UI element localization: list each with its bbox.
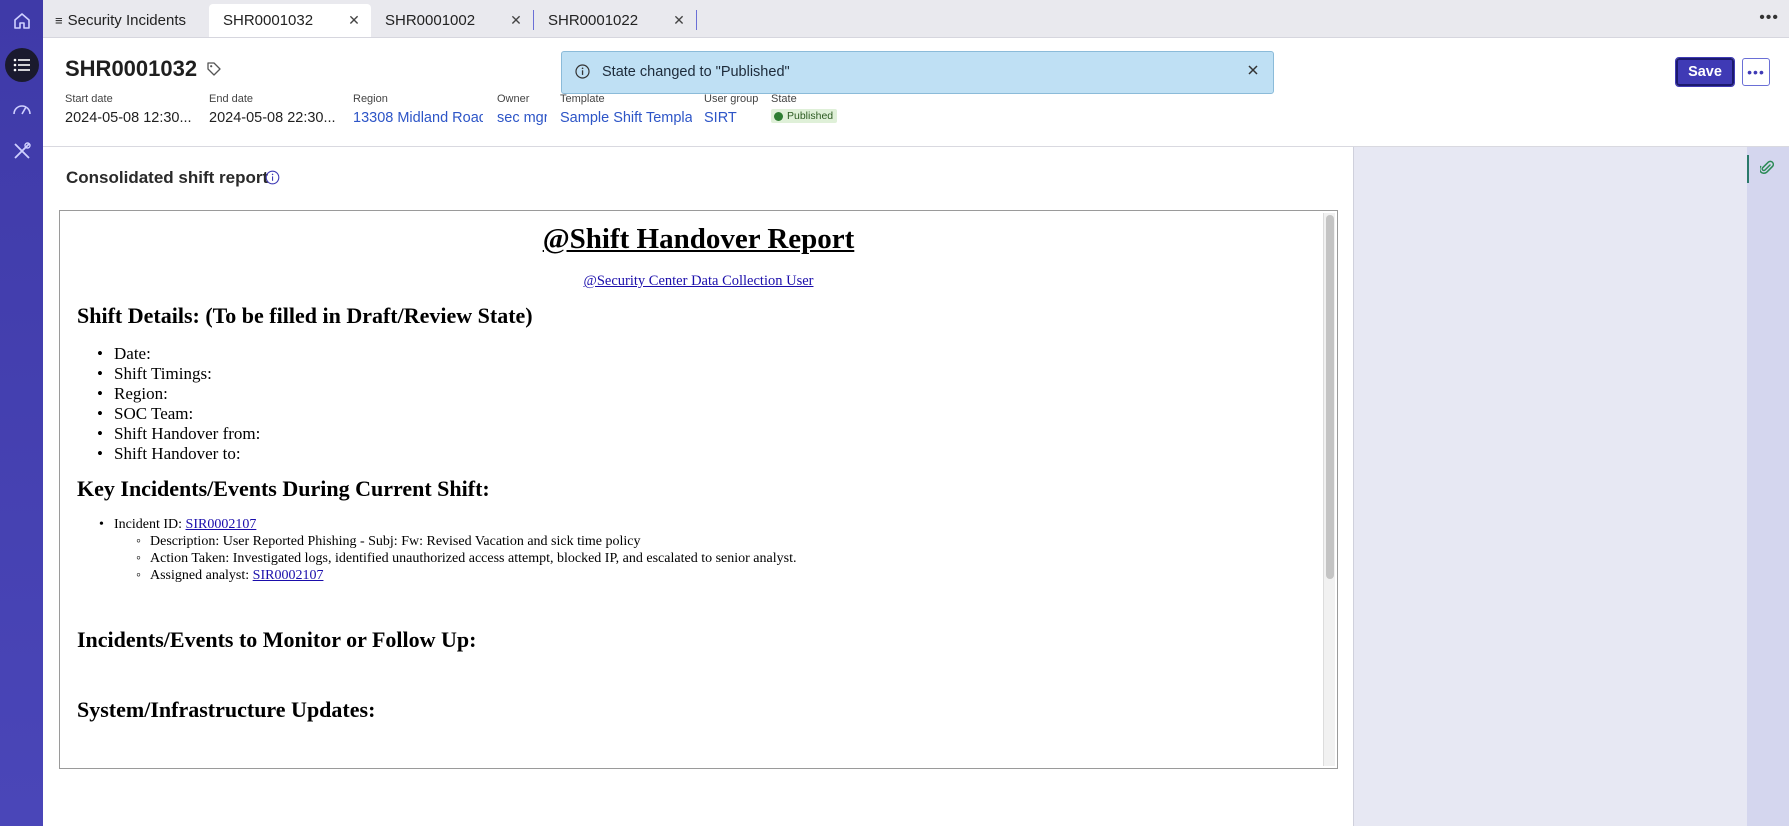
report-subtitle-link[interactable]: @Security Center Data Collection User	[60, 273, 1337, 290]
list-item: Assigned analyst: SIR0002107	[114, 567, 796, 584]
template-field: Template Sample Shift Template	[560, 93, 692, 126]
save-button[interactable]: Save	[1675, 57, 1735, 87]
heading-monitor: Incidents/Events to Monitor or Follow Up…	[77, 627, 477, 652]
analyst-label: Assigned analyst:	[150, 568, 253, 583]
more-horizontal-icon: •••	[1747, 64, 1765, 80]
menu-icon: ≡	[55, 13, 63, 28]
template-link[interactable]: Sample Shift Template	[560, 110, 692, 126]
more-horizontal-icon[interactable]: •••	[1759, 9, 1779, 27]
status-text: Published	[787, 110, 834, 122]
heading-shift-details: Shift Details: (To be filled in Draft/Re…	[77, 303, 533, 328]
tab-label: SHR0001022	[548, 12, 639, 29]
close-tab-icon[interactable]: ✕	[509, 13, 523, 27]
field-value: 2024-05-08 22:30...	[209, 110, 336, 126]
active-indicator	[1747, 155, 1749, 183]
tab-shr0001022[interactable]: SHR0001022 ✕	[534, 4, 696, 37]
home-icon[interactable]	[6, 5, 37, 36]
user-group-link[interactable]: SIRT	[704, 110, 764, 126]
close-icon[interactable]	[1246, 63, 1260, 82]
status-dot-icon	[774, 111, 783, 121]
tab-label: SHR0001002	[385, 12, 476, 29]
field-label: User group	[704, 93, 759, 105]
list-item: Action Taken: Investigated logs, identif…	[114, 550, 796, 567]
field-label: End date	[209, 93, 254, 105]
report-viewer[interactable]: @Shift Handover Report @Security Center …	[59, 210, 1338, 769]
side-panel	[1353, 147, 1748, 826]
close-tab-icon[interactable]: ✕	[347, 13, 361, 27]
tab-divider	[696, 10, 697, 30]
heading-system-updates: System/Infrastructure Updates:	[77, 697, 376, 722]
field-label: Owner	[497, 93, 530, 105]
list-item: SOC Team:	[97, 404, 260, 424]
heading-key-incidents: Key Incidents/Events During Current Shif…	[77, 476, 490, 501]
analyst-link[interactable]: SIR0002107	[253, 568, 324, 583]
dashboard-gauge-icon[interactable]	[6, 93, 37, 124]
right-toolbar	[1747, 147, 1789, 826]
list-icon[interactable]	[5, 48, 39, 82]
field-label: State	[771, 93, 797, 105]
incidents-list: Incident ID: SIR0002107 Description: Use…	[99, 516, 796, 584]
incident-label: Incident ID:	[114, 517, 186, 532]
owner-field: Owner sec mgr	[497, 93, 547, 126]
list-item: Shift Handover to:	[97, 444, 260, 464]
list-item: Date:	[97, 344, 260, 364]
paperclip-icon[interactable]	[1758, 160, 1775, 181]
state-field: State Published	[771, 93, 851, 126]
owner-link[interactable]: sec mgr	[497, 110, 547, 126]
notification-toast: State changed to "Published"	[561, 51, 1274, 94]
record-title: SHR0001032	[65, 56, 198, 81]
field-label: Start date	[65, 93, 113, 105]
tab-label: Security Incidents	[67, 12, 186, 29]
list-item: Region:	[97, 384, 260, 404]
field-label: Template	[560, 93, 605, 105]
field-label: Region	[353, 93, 388, 105]
list-item: Shift Handover from:	[97, 424, 260, 444]
section-title: Consolidated shift report	[66, 168, 269, 187]
more-actions-button[interactable]: •••	[1742, 58, 1770, 86]
status-badge: Published	[771, 109, 838, 123]
start-date-field: Start date 2024-05-08 12:30...	[65, 93, 200, 126]
close-tab-icon[interactable]: ✕	[672, 13, 686, 27]
tab-shr0001032[interactable]: SHR0001032 ✕	[209, 4, 371, 37]
left-rail	[0, 0, 43, 826]
tab-bar: ≡ Security Incidents SHR0001032 ✕ SHR000…	[43, 0, 1789, 38]
end-date-field: End date 2024-05-08 22:30...	[209, 93, 344, 126]
tab-label: SHR0001032	[223, 12, 314, 29]
list-item: Shift Timings:	[97, 364, 260, 384]
tab-shr0001002[interactable]: SHR0001002 ✕	[371, 4, 533, 37]
field-value: 2024-05-08 12:30...	[65, 110, 192, 126]
details-list: Date: Shift Timings: Region: SOC Team: S…	[97, 344, 260, 464]
tag-icon[interactable]	[207, 62, 221, 81]
region-field: Region 13308 Midland Road	[353, 93, 483, 126]
incident-link[interactable]: SIR0002107	[186, 517, 257, 532]
region-link[interactable]: 13308 Midland Road	[353, 110, 483, 126]
list-item: Incident ID: SIR0002107	[99, 516, 796, 533]
info-icon[interactable]	[265, 170, 280, 190]
scrollbar-thumb[interactable]	[1326, 215, 1334, 579]
list-item: Description: User Reported Phishing - Su…	[114, 533, 796, 550]
user-group-field: User group SIRT	[704, 93, 764, 126]
toast-message: State changed to "Published"	[602, 64, 790, 80]
tools-icon[interactable]	[6, 135, 37, 166]
report-title: @Shift Handover Report	[542, 223, 855, 255]
tab-security-incidents[interactable]: ≡ Security Incidents	[53, 4, 203, 37]
info-circle-icon	[575, 64, 590, 84]
